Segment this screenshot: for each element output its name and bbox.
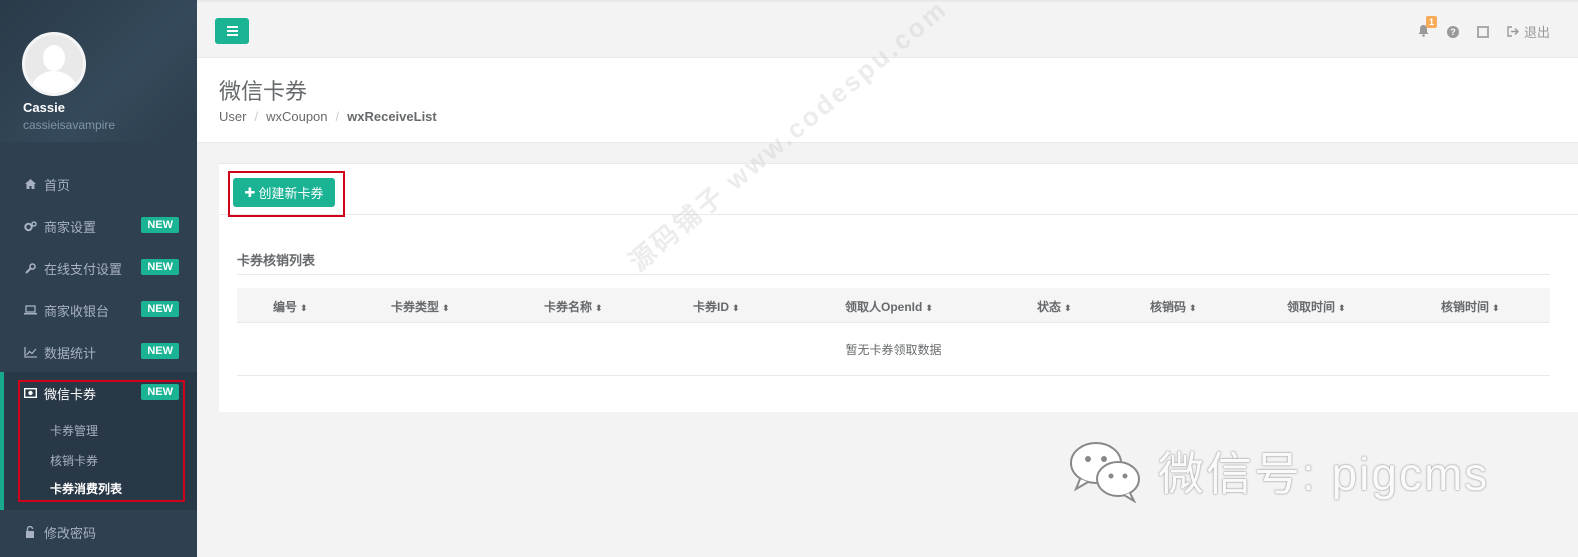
sidebar-item-cashier[interactable]: 商家收银台 NEW — [0, 289, 197, 331]
content-box: ✚ 创建新卡券 卡券核销列表 编号 ⬍ 卡券类型 ⬍ 卡券名称 ⬍ 卡券ID ⬍ 领取人… — [219, 163, 1578, 412]
column-header-status[interactable]: 状态 ⬍ — [1037, 298, 1072, 315]
cogs-icon — [23, 219, 37, 233]
new-badge: NEW — [141, 301, 179, 317]
sidebar-item-merchant-settings[interactable]: 商家设置 NEW — [0, 205, 197, 247]
profile-name[interactable]: Cassie — [23, 100, 65, 115]
breadcrumb-item-wxcoupon[interactable]: wxCoupon — [266, 109, 327, 124]
top-navbar: 1 ? 退出 — [197, 0, 1578, 58]
lock-icon — [23, 525, 37, 539]
sort-icon: ⬍ — [732, 303, 740, 313]
breadcrumb-item-user[interactable]: User — [219, 109, 246, 124]
section-title: 卡券核销列表 — [237, 253, 316, 268]
column-header-coupon-id[interactable]: 卡券ID ⬍ — [693, 298, 740, 315]
watermark-brand-text: 微信号: pigcms — [1158, 448, 1490, 500]
help-icon[interactable]: ? — [1446, 25, 1459, 38]
breadcrumb: User / wxCoupon / wxReceiveList — [219, 109, 437, 124]
sign-out-icon — [1507, 26, 1519, 37]
coupon-submenu: 卡券管理 核销卡券 卡券消费列表 — [0, 414, 197, 510]
wechat-logo-icon — [1070, 442, 1140, 503]
content-toolbar: ✚ 创建新卡券 — [219, 164, 1578, 215]
new-badge: NEW — [141, 217, 179, 233]
table-header: 编号 ⬍ 卡券类型 ⬍ 卡券名称 ⬍ 卡券ID ⬍ 领取人OpenId ⬍ 状态 ⬍ 核销码… — [237, 288, 1550, 323]
sort-icon: ⬍ — [1338, 303, 1346, 313]
sidebar: Cassie cassieisavampire 首页 商家设置 NEW 在线支付… — [0, 0, 197, 557]
sidebar-item-label: 商家收银台 — [44, 303, 110, 319]
create-coupon-label: 创建新卡券 — [258, 186, 324, 201]
sort-icon: ⬍ — [1064, 303, 1072, 313]
empty-table-message: 暂无卡券领取数据 — [237, 324, 1550, 376]
column-header-receive-time[interactable]: 领取时间 ⬍ — [1287, 298, 1346, 315]
column-header-openid[interactable]: 领取人OpenId ⬍ — [845, 298, 933, 315]
notification-count: 1 — [1425, 15, 1437, 28]
new-badge: NEW — [141, 259, 179, 275]
wrench-icon — [23, 261, 37, 275]
section-divider — [237, 274, 1550, 275]
page-title: 微信卡券 — [219, 79, 308, 104]
watermark-brand: 微信号: pigcms — [1068, 438, 1489, 504]
sidebar-item-change-password[interactable]: 修改密码 — [0, 511, 197, 553]
sidebar-item-label: 首页 — [44, 177, 71, 193]
sort-icon: ⬍ — [1189, 303, 1197, 313]
plus-icon: ✚ — [244, 184, 256, 200]
sort-icon: ⬍ — [300, 303, 308, 313]
column-header-type[interactable]: 卡券类型 ⬍ — [391, 298, 450, 315]
sidebar-item-statistics[interactable]: 数据统计 NEW — [0, 331, 197, 373]
new-badge: NEW — [141, 343, 179, 359]
sidebar-item-label: 数据统计 — [44, 345, 97, 361]
sort-icon: ⬍ — [442, 303, 450, 313]
logout-link[interactable]: 退出 — [1507, 22, 1550, 41]
sort-icon: ⬍ — [1492, 303, 1500, 313]
profile-username: cassieisavampire — [23, 118, 116, 132]
column-header-id[interactable]: 编号 ⬍ — [273, 298, 308, 315]
page-heading: 微信卡券 User / wxCoupon / wxReceiveList — [197, 58, 1578, 143]
profile-header: Cassie cassieisavampire — [0, 0, 197, 142]
column-header-name[interactable]: 卡券名称 ⬍ — [544, 298, 603, 315]
sort-icon: ⬍ — [595, 303, 603, 313]
logout-label: 退出 — [1523, 25, 1550, 40]
laptop-icon — [23, 303, 37, 317]
sidebar-item-label: 微信卡券 — [44, 386, 97, 402]
submenu-item-consumption-list[interactable]: 卡券消费列表 — [50, 480, 122, 497]
home-icon — [23, 177, 37, 191]
line-chart-icon — [23, 345, 37, 359]
column-header-verify-time[interactable]: 核销时间 ⬍ — [1441, 298, 1500, 315]
bell-icon[interactable]: 1 — [1418, 15, 1437, 40]
sort-icon: ⬍ — [925, 303, 933, 313]
sidebar-item-payment-settings[interactable]: 在线支付设置 NEW — [0, 247, 197, 289]
breadcrumb-item-current: wxReceiveList — [347, 109, 437, 124]
new-badge: NEW — [141, 384, 179, 400]
submenu-item-verify-coupon[interactable]: 核销卡券 — [50, 452, 98, 469]
sidebar-item-label: 商家设置 — [44, 219, 97, 235]
qrcode-icon[interactable] — [1476, 25, 1489, 38]
sidebar-item-wechat-coupon[interactable]: 微信卡券 NEW — [0, 372, 197, 414]
sidebar-item-label: 修改密码 — [44, 525, 97, 541]
sidebar-item-label: 在线支付设置 — [44, 261, 123, 277]
column-header-code[interactable]: 核销码 ⬍ — [1150, 298, 1197, 315]
submenu-item-coupon-manage[interactable]: 卡券管理 — [50, 422, 98, 439]
sidebar-item-home[interactable]: 首页 — [0, 163, 197, 205]
menu-toggle-button[interactable] — [215, 18, 249, 44]
avatar[interactable] — [22, 32, 86, 96]
top-icons: 1 ? 退出 — [1418, 15, 1550, 41]
create-coupon-button[interactable]: ✚ 创建新卡券 — [233, 178, 335, 207]
money-icon — [23, 386, 37, 400]
